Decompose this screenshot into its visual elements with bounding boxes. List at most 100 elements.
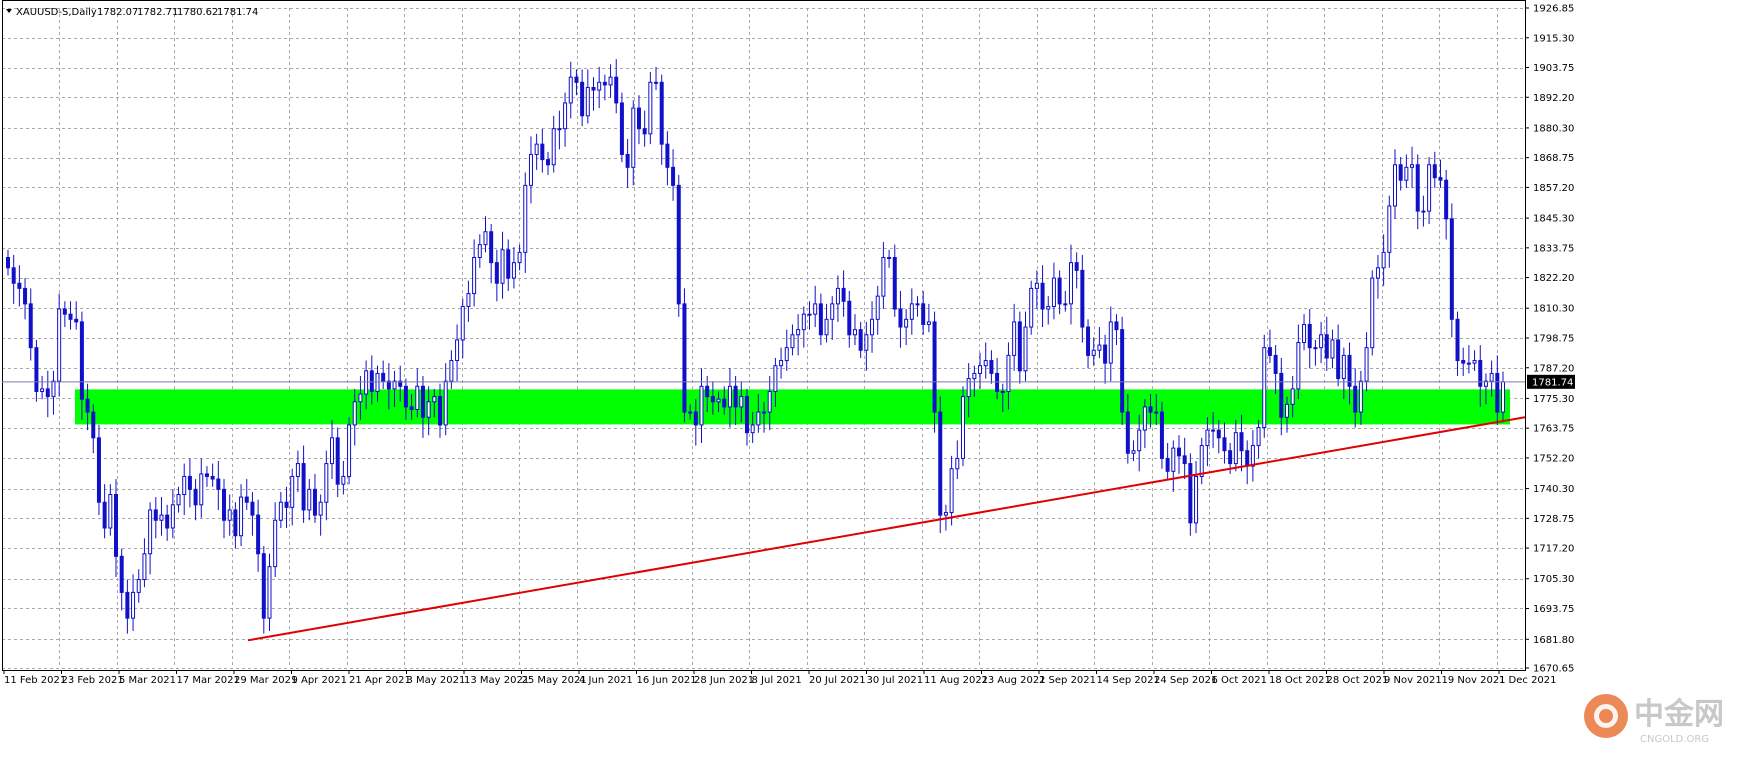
candle <box>199 458 204 518</box>
candle-body-up <box>807 313 812 316</box>
candle <box>1074 252 1079 289</box>
candle <box>119 548 124 611</box>
candle-body-up <box>654 81 659 84</box>
candle-body-down <box>1478 360 1483 387</box>
candle-body-up <box>330 437 335 465</box>
candle <box>68 301 73 330</box>
candle-body-down <box>1398 164 1403 181</box>
candle <box>1080 254 1085 343</box>
candle-body-down <box>222 488 227 521</box>
y-tick-label: 1681.80 <box>1533 635 1574 646</box>
candle-body-up <box>864 334 869 351</box>
candle-body-up <box>136 579 141 593</box>
candle <box>500 231 505 299</box>
candle-body-down <box>45 388 50 398</box>
candle <box>887 249 892 268</box>
candle <box>278 491 283 528</box>
candle-body-down <box>79 321 84 400</box>
candle-body-down <box>409 406 414 410</box>
candle-body-down <box>1086 326 1091 356</box>
candle <box>830 296 835 340</box>
candle-body-down <box>335 437 340 485</box>
candle <box>449 350 454 389</box>
candle-body-up <box>835 287 840 305</box>
candle <box>102 484 107 539</box>
candle-body-down <box>438 396 443 426</box>
candle-body-down <box>1267 347 1272 356</box>
candle <box>585 69 590 124</box>
y-tick-label: 1728.75 <box>1533 514 1574 525</box>
candle <box>1313 339 1318 366</box>
candle-body-down <box>301 463 306 511</box>
candle <box>1222 422 1227 464</box>
y-tick-label: 1763.75 <box>1533 424 1574 435</box>
candle <box>591 77 596 111</box>
candle <box>648 72 653 145</box>
y-tick-label: 1670.65 <box>1533 664 1574 675</box>
candle-body-down <box>744 396 749 434</box>
y-tick-label: 1775.30 <box>1533 394 1574 405</box>
y-tick-label: 1810.30 <box>1533 304 1574 315</box>
x-tick-label: 17 Mar 2021 <box>177 675 240 686</box>
candle-body-down <box>403 385 408 408</box>
candle-body-up <box>824 318 829 336</box>
candle <box>131 574 136 632</box>
candle-body-up <box>1466 362 1471 365</box>
candle <box>511 247 516 289</box>
candle-body-down <box>74 318 79 323</box>
candle-body-down <box>1324 334 1329 359</box>
candle-body-up <box>295 463 300 477</box>
candle-body-up <box>455 339 460 362</box>
candle <box>227 494 232 536</box>
candle-body-down <box>261 553 266 619</box>
candle-body-up <box>227 509 232 521</box>
candle <box>557 110 562 150</box>
candle <box>1392 149 1397 219</box>
candle-body-up <box>1302 323 1307 344</box>
candle <box>909 288 914 335</box>
candle-body-up <box>955 457 960 470</box>
candle-body-down <box>671 166 676 186</box>
candle <box>1142 399 1147 449</box>
candle <box>881 242 886 310</box>
candle-body-down <box>216 478 221 490</box>
chart-area: 1926.85 1915.30 1903.75 1892.20 1880.30 1868.… <box>0 0 1740 763</box>
candle <box>659 74 664 165</box>
candle <box>1057 270 1062 315</box>
candle <box>193 479 198 521</box>
candle <box>989 350 994 384</box>
candle-body-up <box>1108 321 1113 364</box>
candle-body-up <box>1262 347 1267 429</box>
candle <box>864 321 869 371</box>
candle-body-up <box>551 128 556 166</box>
candle <box>62 301 67 328</box>
candle-body-up <box>1256 427 1261 447</box>
candle-body-up <box>1233 432 1238 465</box>
candle-body-up <box>57 308 62 382</box>
candle-body-down <box>1444 179 1449 220</box>
header-dropdown-icon[interactable] <box>6 9 12 13</box>
candle-body-up <box>483 231 488 246</box>
candle-body-up <box>756 411 761 426</box>
candle <box>466 280 471 322</box>
candle-body-down <box>1353 385 1358 413</box>
candle <box>796 314 801 356</box>
y-tick-label: 1822.20 <box>1533 273 1574 284</box>
candle <box>699 368 704 443</box>
chart-header: XAUUSD-S,Daily 1782.071782.711780.621781.… <box>6 7 258 18</box>
candle-body-up <box>1472 360 1477 364</box>
candle <box>870 301 875 353</box>
candle <box>96 424 101 516</box>
candle <box>818 293 823 346</box>
candle-body-up <box>528 153 533 186</box>
candle <box>1302 314 1307 351</box>
candle-body-up <box>352 401 357 426</box>
candle <box>915 296 920 317</box>
candle-body-down <box>153 509 158 521</box>
candle-body-down <box>733 385 738 408</box>
candle-body-down <box>1222 437 1227 452</box>
candle-body-up <box>1171 447 1176 472</box>
candle-body-down <box>381 372 386 382</box>
candle-body-down <box>1307 323 1312 349</box>
candle-body-up <box>585 86 590 117</box>
